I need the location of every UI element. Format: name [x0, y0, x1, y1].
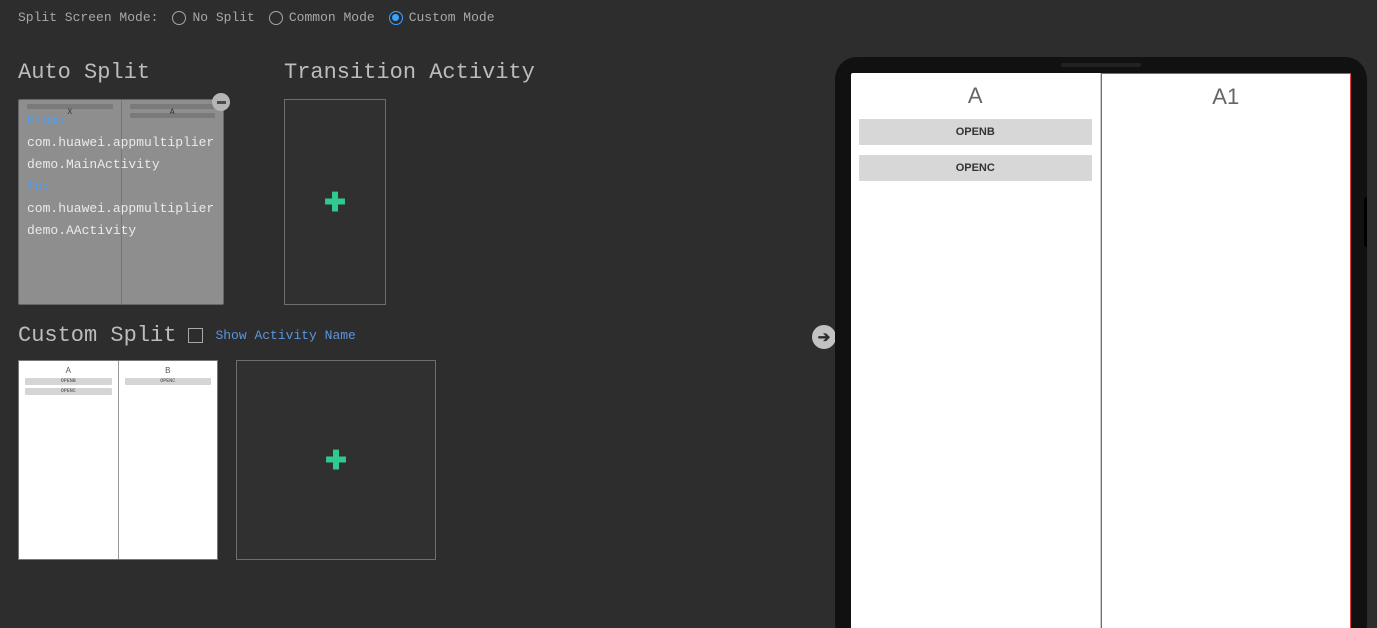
preview-panel: ➔ A OPENB OPENC A1 — [800, 35, 1377, 560]
radio-no-split[interactable]: No Split — [172, 10, 254, 25]
screen-pane-a: A OPENB OPENC — [851, 73, 1101, 628]
mini-title: A — [19, 366, 118, 375]
radio-custom-mode[interactable]: Custom Mode — [389, 10, 495, 25]
radio-label: No Split — [192, 10, 254, 25]
split-mode-toolbar: Split Screen Mode: No Split Common Mode … — [0, 0, 1377, 35]
radio-common-mode[interactable]: Common Mode — [269, 10, 375, 25]
radio-label: Common Mode — [289, 10, 375, 25]
custom-split-card[interactable]: A OPENB OPENC B OPENC — [18, 360, 218, 560]
auto-split-card[interactable]: X A From: com.huawei.appmultiplierdemo.M… — [18, 99, 224, 305]
split-mode-label: Split Screen Mode: — [18, 10, 158, 25]
pane-title: A — [851, 83, 1100, 109]
remove-button[interactable] — [212, 93, 230, 111]
device-notch — [1364, 197, 1367, 247]
add-custom-split[interactable]: ✚ — [236, 360, 436, 560]
mini-button: OPENC — [25, 388, 112, 395]
screen-pane-a1-selected[interactable]: A1 — [1101, 73, 1352, 628]
from-label: From: — [27, 110, 215, 132]
plus-icon: ✚ — [325, 447, 347, 473]
show-activity-name-checkbox[interactable] — [188, 328, 203, 343]
config-panel: Auto Split X A From: com.huawei.appmulti… — [0, 35, 800, 560]
radio-label: Custom Mode — [409, 10, 495, 25]
plus-icon: ✚ — [324, 189, 346, 215]
to-value: com.huawei.appmultiplierdemo.AActivity — [27, 198, 215, 242]
custom-split-heading: Custom Split — [18, 323, 176, 348]
mini-button: OPENB — [25, 378, 112, 385]
radio-icon-selected — [389, 11, 403, 25]
preview-button-openb[interactable]: OPENB — [859, 119, 1092, 145]
custom-card-right: B OPENC — [119, 361, 218, 559]
auto-split-heading: Auto Split — [18, 60, 224, 85]
arrow-right-icon: ➔ — [818, 328, 831, 347]
expand-preview-button[interactable]: ➔ — [812, 325, 836, 349]
mini-button: OPENC — [125, 378, 212, 385]
to-label: To: — [27, 176, 215, 198]
mini-title: B — [119, 366, 218, 375]
radio-icon — [269, 11, 283, 25]
radio-icon — [172, 11, 186, 25]
preview-button-openc[interactable]: OPENC — [859, 155, 1092, 181]
device-frame: A OPENB OPENC A1 — [835, 57, 1367, 628]
pane-title: A1 — [1102, 84, 1351, 110]
from-value: com.huawei.appmultiplierdemo.MainActivit… — [27, 132, 215, 176]
custom-card-left: A OPENB OPENC — [19, 361, 119, 559]
add-transition-activity[interactable]: ✚ — [284, 99, 386, 305]
show-activity-name-label[interactable]: Show Activity Name — [215, 328, 355, 343]
transition-activity-heading: Transition Activity — [284, 60, 535, 85]
device-screen: A OPENB OPENC A1 — [851, 73, 1351, 628]
